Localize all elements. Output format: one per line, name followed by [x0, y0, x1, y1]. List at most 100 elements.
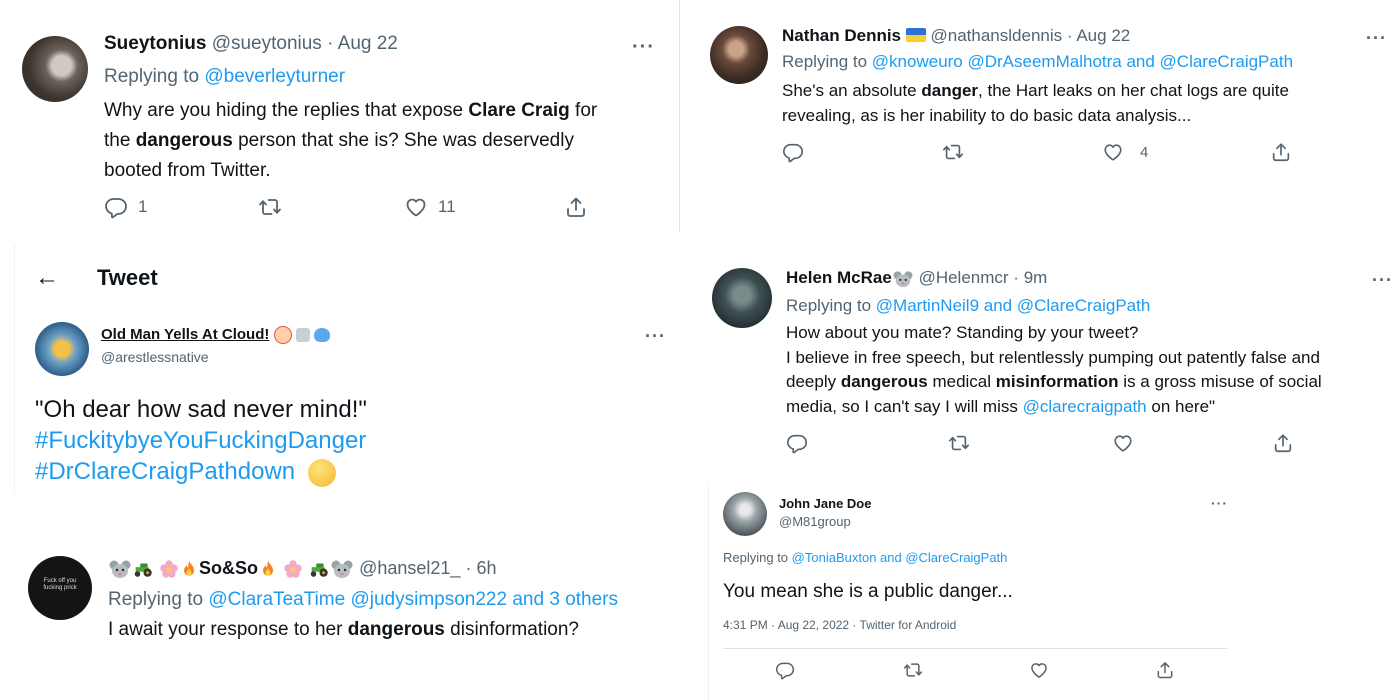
reply-button[interactable] [775, 660, 795, 680]
tweet-date[interactable]: 9m [1024, 268, 1048, 287]
clown-icon [273, 326, 292, 345]
more-icon[interactable]: ··· [645, 326, 666, 347]
tweet-old-man-yells[interactable]: ← Tweet Old Man Yells At Cloud! @arestle… [14, 244, 695, 494]
reply-mention-link[interactable]: @ClaraTeaTime @judysimpson222 and 3 othe… [208, 589, 618, 610]
tweet-nathan-dennis[interactable]: Nathan Dennis @nathansldennis · Aug 22 ·… [692, 0, 1400, 190]
avatar[interactable] [710, 26, 768, 84]
tweet-text: She's an absolute danger, the Hart leaks… [782, 81, 1289, 125]
reply-mention-link[interactable]: @MartinNeil9 and @ClareCraigPath [876, 296, 1151, 315]
like-icon [1112, 432, 1134, 454]
display-name[interactable]: Helen McRae [786, 268, 892, 287]
display-name[interactable]: Nathan Dennis [782, 26, 901, 45]
like-count: 11 [438, 197, 456, 216]
reply-mention-link[interactable]: @ToniaBuxton and @ClareCraigPath [792, 550, 1008, 565]
share-button[interactable] [1270, 141, 1292, 163]
tractor-icon [308, 559, 330, 579]
fire-icon [179, 559, 199, 579]
tweet-text: You mean she is a public danger... [723, 581, 1013, 602]
mouse-icon [892, 270, 914, 288]
like-icon [404, 195, 428, 219]
replying-to-label: Replying to [723, 550, 789, 565]
retweet-button[interactable] [258, 195, 282, 219]
blue-heart-icon [313, 328, 330, 343]
like-icon [1029, 660, 1049, 680]
separator-dot: · [1066, 26, 1073, 45]
like-button[interactable]: 11 [404, 195, 456, 219]
separator-dot: · [1013, 268, 1019, 287]
more-icon[interactable]: ··· [632, 36, 655, 59]
mouse-icon [108, 559, 132, 579]
user-handle[interactable]: @M81group [779, 514, 851, 529]
page-title: Tweet [97, 265, 158, 290]
smirk-face-icon [307, 458, 336, 487]
share-icon [1270, 141, 1292, 163]
robot-icon [295, 328, 310, 343]
reply-icon [782, 141, 804, 163]
reply-icon [104, 195, 128, 219]
user-handle[interactable]: @hansel21_ [359, 558, 460, 578]
reply-button[interactable]: 1 [104, 195, 147, 219]
retweet-button[interactable] [942, 141, 964, 163]
retweet-icon [258, 195, 282, 219]
reply-icon [786, 432, 808, 454]
avatar[interactable] [22, 36, 88, 102]
retweet-icon [948, 432, 970, 454]
share-button[interactable] [1155, 660, 1175, 680]
replying-to-label: Replying to [108, 589, 204, 610]
replying-to-label: Replying to [782, 52, 868, 71]
action-divider [723, 648, 1227, 649]
hashtag-link[interactable]: #FuckitybyeYouFuckingDanger [35, 427, 366, 454]
tweet-timestamp[interactable]: 4:31 PM · Aug 22, 2022 · Twitter for And… [723, 618, 956, 632]
like-icon [1102, 141, 1124, 163]
avatar[interactable] [723, 492, 767, 536]
more-icon[interactable]: ··· [1211, 495, 1228, 511]
tweet-so-and-so[interactable]: Fuck off you fucking prick So&So @hansel… [0, 544, 696, 700]
replying-to-label: Replying to [104, 66, 200, 87]
reply-button[interactable] [782, 141, 804, 163]
avatar[interactable]: Fuck off you fucking prick [28, 556, 92, 620]
retweet-button[interactable] [903, 660, 923, 680]
retweet-icon [942, 141, 964, 163]
user-handle[interactable]: @Helenmcr [919, 268, 1009, 287]
fire-icon [258, 559, 278, 579]
tweet-date[interactable]: Aug 22 [1076, 26, 1130, 45]
more-icon[interactable]: ··· [1366, 28, 1387, 49]
user-handle[interactable]: @nathansldennis [931, 26, 1063, 45]
like-button[interactable]: 4 [1102, 141, 1148, 163]
tweet-helen-mcrae[interactable]: Helen McRae @Helenmcr · 9m ··· Replying … [696, 248, 1400, 474]
more-icon[interactable]: ··· [1372, 270, 1393, 291]
replying-to-label: Replying to [786, 296, 872, 315]
user-handle[interactable]: @arestlessnative [101, 349, 209, 365]
retweet-icon [903, 660, 923, 680]
tweet-john-jane-doe[interactable]: John Jane Doe @M81group ··· Replying to … [708, 482, 1241, 700]
tractor-icon [132, 559, 154, 579]
user-handle[interactable]: @sueytonius [212, 33, 322, 54]
display-name[interactable]: John Jane Doe [779, 496, 871, 511]
tweet-sueytonius[interactable]: Sueytonius @sueytonius · Aug 22 ··· Repl… [0, 0, 680, 232]
share-button[interactable] [564, 195, 588, 219]
reply-mention-link[interactable]: @beverleyturner [204, 66, 345, 87]
separator-dot: · [465, 558, 472, 578]
mouse-icon [330, 559, 354, 579]
display-name[interactable]: So&So [199, 558, 258, 578]
like-button[interactable] [1112, 432, 1134, 454]
avatar-caption: Fuck off you fucking prick [43, 578, 77, 591]
quote-text: "Oh dear how sad never mind!" [35, 396, 367, 423]
share-icon [564, 195, 588, 219]
hashtag-link[interactable]: #DrClareCraigPathdown [35, 458, 295, 485]
tweet-date[interactable]: Aug 22 [338, 33, 398, 54]
back-arrow-icon[interactable]: ← [35, 264, 59, 292]
avatar[interactable] [712, 268, 772, 328]
reply-button[interactable] [786, 432, 808, 454]
display-name[interactable]: Sueytonius [104, 33, 206, 54]
reply-mention-link[interactable]: @knoweuro @DrAseemMalhotra and @ClareCra… [872, 52, 1293, 71]
mention-link[interactable]: @clarecraigpath [1023, 397, 1147, 416]
like-button[interactable] [1029, 660, 1049, 680]
blossom-icon [159, 559, 179, 579]
share-button[interactable] [1272, 432, 1294, 454]
tweet-date[interactable]: 6h [476, 558, 496, 578]
avatar[interactable] [35, 322, 89, 376]
retweet-button[interactable] [948, 432, 970, 454]
blossom-icon [283, 559, 303, 579]
display-name[interactable]: Old Man Yells At Cloud! [101, 326, 269, 343]
